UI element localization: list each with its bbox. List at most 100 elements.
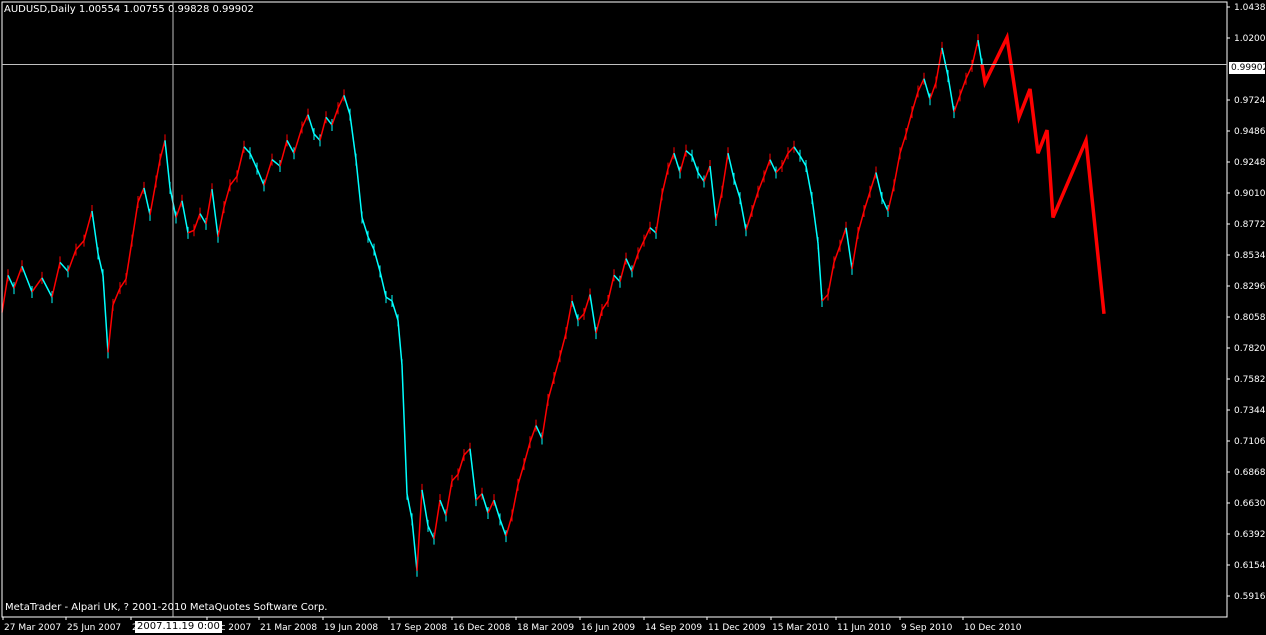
price-segment xyxy=(523,442,531,465)
price-segment xyxy=(319,117,327,141)
x-tick-label: 21 Mar 2008 xyxy=(260,623,317,633)
price-segment xyxy=(337,95,345,109)
price-segment xyxy=(929,82,937,100)
price-segment xyxy=(211,189,219,237)
price-segment xyxy=(977,40,983,65)
y-tick-label: 0.75820 xyxy=(1234,375,1266,385)
price-segment xyxy=(893,153,901,186)
price-segment xyxy=(757,176,765,193)
price-segment xyxy=(703,165,711,182)
price-segment xyxy=(59,261,69,272)
price-segment xyxy=(131,201,139,241)
price-segment xyxy=(679,150,687,173)
price-segment xyxy=(733,178,741,199)
price-segment xyxy=(559,332,567,357)
price-segment xyxy=(643,227,651,241)
price-segment xyxy=(91,210,99,254)
price-segment xyxy=(193,213,201,231)
price-segment xyxy=(457,454,465,475)
price-segment xyxy=(833,245,841,263)
price-segment xyxy=(301,114,309,128)
price-segment xyxy=(256,168,265,186)
price-segment xyxy=(137,187,145,203)
price-segment xyxy=(763,159,771,177)
price-segment xyxy=(125,240,133,280)
price-segment xyxy=(625,258,633,272)
price-segment xyxy=(971,39,979,67)
y-tick-label: 0.61540 xyxy=(1234,561,1266,571)
price-segment xyxy=(463,448,471,456)
price-segment xyxy=(487,499,495,514)
price-segment xyxy=(1,275,9,313)
price-segment xyxy=(781,152,789,167)
price-segment xyxy=(845,227,853,269)
price-segment xyxy=(827,262,835,295)
price-segment xyxy=(373,249,381,272)
price-segment xyxy=(451,473,459,482)
price-segment xyxy=(547,377,555,401)
price-segment xyxy=(391,300,399,321)
x-tick-label: 18 Mar 2009 xyxy=(517,623,574,633)
x-tick-label: 27 Mar 2007 xyxy=(4,623,61,633)
price-segment xyxy=(793,146,801,157)
price-segment xyxy=(905,111,913,135)
y-tick-label: 0.73440 xyxy=(1234,406,1266,416)
price-segment xyxy=(13,266,23,289)
price-segment xyxy=(75,240,85,251)
price-axis[interactable]: 1.04380 1.02000 0.97240 0.94860 0.92480 0.901… xyxy=(1227,3,1266,602)
price-segment xyxy=(619,258,627,282)
price-segment xyxy=(119,278,127,289)
price-chart[interactable]: 1.04380 1.02000 0.97240 0.94860 0.92480 0.901… xyxy=(0,0,1266,635)
price-segment xyxy=(112,287,121,306)
x-tick-label: 19 Jun 2008 xyxy=(324,623,378,633)
x-tick-label: 11 Jun 2010 xyxy=(837,623,891,633)
price-segment xyxy=(313,133,321,141)
price-segment xyxy=(143,187,151,216)
price-segment xyxy=(155,159,161,182)
y-tick-label: 0.82960 xyxy=(1234,282,1266,292)
price-segment xyxy=(83,210,93,241)
price-segment xyxy=(817,243,823,302)
y-tick-label: 1.02000 xyxy=(1234,34,1266,44)
price-segment xyxy=(863,191,871,212)
price-segment xyxy=(481,493,489,514)
price-segment xyxy=(571,300,579,321)
projection-line xyxy=(980,31,1106,314)
price-segment xyxy=(286,140,295,154)
price-segment xyxy=(439,499,447,516)
x-tick-label: 17 Sep 2008 xyxy=(390,623,447,633)
price-segment xyxy=(199,213,207,225)
price-segment xyxy=(249,152,258,169)
price-segment xyxy=(959,78,967,96)
price-segment xyxy=(613,274,621,283)
price-segment xyxy=(493,499,501,520)
price-segment xyxy=(685,150,693,157)
price-segment xyxy=(589,294,597,334)
price-segment xyxy=(691,155,699,173)
price-segment xyxy=(721,153,729,192)
y-tick-label: 0.87720 xyxy=(1234,220,1266,230)
price-segment xyxy=(307,114,315,135)
price-segment xyxy=(535,425,543,439)
x-tick-label: 16 Dec 2008 xyxy=(453,623,511,633)
price-segment xyxy=(881,197,889,212)
price-segment xyxy=(601,300,609,311)
chart-window[interactable]: 1.04380 1.02000 0.97240 0.94860 0.92480 0.901… xyxy=(0,0,1266,635)
price-segment xyxy=(229,175,238,186)
price-segment xyxy=(367,236,375,250)
price-segment xyxy=(159,140,166,160)
price-segment xyxy=(541,399,549,439)
price-segment xyxy=(205,189,213,225)
y-tick-label: 0.80580 xyxy=(1234,313,1266,323)
price-segment xyxy=(821,294,829,302)
y-tick-label: 0.71060 xyxy=(1234,437,1266,447)
price-segment xyxy=(667,152,675,169)
price-segment xyxy=(175,200,183,218)
price-segment xyxy=(637,240,645,254)
price-segment xyxy=(899,133,907,154)
price-segment xyxy=(355,159,363,218)
price-segment xyxy=(923,78,931,100)
price-segment xyxy=(917,78,925,92)
price-segment xyxy=(511,484,519,516)
price-segment xyxy=(427,525,435,539)
